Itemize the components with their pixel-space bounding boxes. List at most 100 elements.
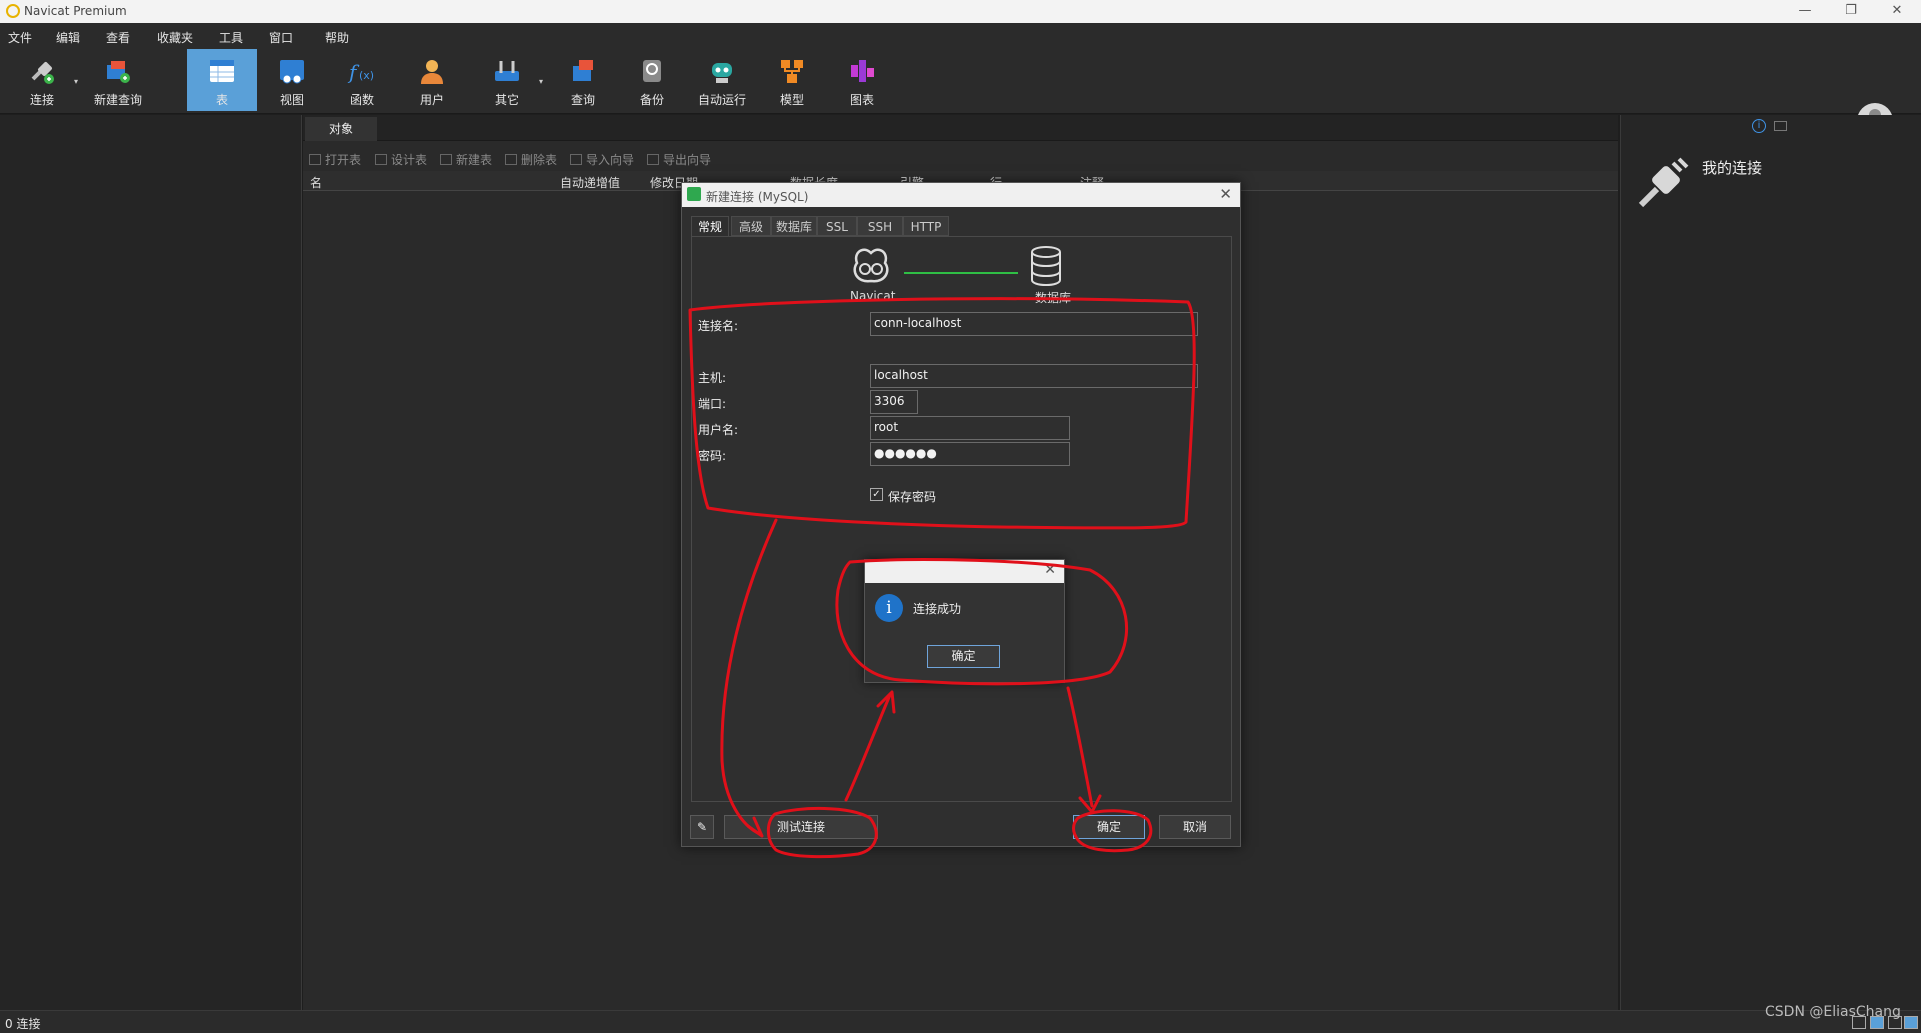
toolbar-query-button[interactable]: 查询	[553, 49, 613, 111]
menu-help[interactable]: 帮助	[325, 29, 349, 46]
toolbar-chart-button[interactable]: 图表	[832, 49, 892, 111]
status-bar: 0 连接	[0, 1010, 1921, 1033]
restore-button[interactable]: ❐	[1828, 0, 1874, 23]
info-icon[interactable]: i	[1752, 119, 1766, 133]
info-pane: i 我的连接	[1620, 115, 1921, 1010]
new-table-icon	[440, 154, 452, 165]
column-header[interactable]: 自动递增值	[560, 174, 620, 191]
dialog-title: 新建连接 (MySQL)	[706, 190, 809, 204]
minimize-button[interactable]: —	[1782, 0, 1828, 23]
menu-tools[interactable]: 工具	[219, 29, 243, 46]
chevron-down-icon[interactable]: ▾	[539, 77, 543, 86]
close-button[interactable]: ✕	[1874, 0, 1920, 23]
menu-window[interactable]: 窗口	[269, 29, 293, 46]
menu-view[interactable]: 查看	[106, 29, 130, 46]
username-field[interactable]: root	[870, 416, 1070, 440]
tab-databases[interactable]: 数据库	[771, 216, 817, 236]
close-icon[interactable]: ✕	[1044, 562, 1056, 578]
toolbar-connection-button[interactable]: 连接	[12, 49, 72, 111]
svg-text:(x): (x)	[359, 69, 374, 82]
menu-favorites[interactable]: 收藏夹	[157, 29, 193, 46]
toolbar-label: 连接	[29, 93, 54, 107]
tab-ssl[interactable]: SSL	[817, 216, 857, 236]
tab-http[interactable]: HTTP	[903, 216, 949, 236]
my-connections-title: 我的连接	[1702, 159, 1763, 177]
export-icon	[647, 154, 659, 165]
save-password-checkbox[interactable]: ✓	[870, 488, 883, 501]
toolbar-label: 表	[215, 93, 228, 107]
delete-table-button[interactable]: 删除表	[505, 151, 557, 168]
toolbar-other-button[interactable]: 其它	[477, 49, 537, 111]
toolbar-user-button[interactable]: 用户	[402, 49, 462, 111]
toolbar-label: 自动运行	[697, 93, 746, 107]
toolbar-label: 其它	[494, 93, 519, 107]
connection-tree-pane[interactable]	[0, 115, 302, 1010]
save-password-label: 保存密码	[888, 490, 937, 504]
design-table-button[interactable]: 设计表	[375, 151, 427, 168]
design-table-icon	[375, 154, 387, 165]
plug-icon	[1638, 157, 1689, 208]
edit-icon[interactable]: ✎	[690, 815, 714, 839]
toolbar-label: 模型	[779, 93, 804, 107]
connection-name-label: 连接名:	[698, 319, 739, 333]
navicat-window: Navicat Premium — ❐ ✕ 文件 编辑 查看 收藏夹 工具 窗口…	[0, 0, 1921, 1033]
message-title-bar: ✕	[865, 560, 1064, 583]
new-table-button[interactable]: 新建表	[440, 151, 492, 168]
chart-icon	[851, 60, 874, 82]
open-table-icon	[309, 154, 321, 165]
tools-icon	[495, 61, 519, 81]
message-text: 连接成功	[913, 602, 962, 616]
navicat-logo-icon	[6, 4, 20, 18]
ddl-icon[interactable]	[1774, 121, 1787, 131]
toolbar-label: 用户	[419, 93, 444, 107]
title-bar: Navicat Premium — ❐ ✕	[0, 0, 1921, 23]
new-query-icon	[107, 61, 130, 83]
chevron-down-icon[interactable]: ▾	[74, 77, 78, 86]
host-field[interactable]: localhost	[870, 364, 1198, 388]
column-header[interactable]: 名	[310, 174, 322, 191]
new-connection-dialog: 新建连接 (MySQL) ✕ 常规 高级 数据库 SSL SSH HTTP Na…	[681, 182, 1241, 847]
connection-count: 0 连接	[5, 1017, 41, 1031]
toolbar-backup-button[interactable]: 备份	[622, 49, 682, 111]
connection-name-field[interactable]: conn-localhost	[870, 312, 1198, 336]
toolbar-label: 图表	[849, 93, 874, 107]
cancel-button[interactable]: 取消	[1159, 815, 1231, 839]
port-field[interactable]: 3306	[870, 390, 918, 414]
er-view-icon[interactable]	[1904, 1016, 1918, 1029]
toolbar-function-button[interactable]: f (x) 函数	[332, 49, 392, 111]
ok-button[interactable]: 确定	[1073, 815, 1145, 839]
message-ok-button[interactable]: 确定	[927, 645, 1000, 668]
toolbar-model-button[interactable]: 模型	[762, 49, 822, 111]
test-connection-button[interactable]: 测试连接	[724, 815, 878, 839]
tab-ssh[interactable]: SSH	[857, 216, 903, 236]
close-icon[interactable]: ✕	[1219, 185, 1232, 203]
success-message-box: ✕ i 连接成功 确定	[864, 559, 1065, 683]
port-label: 端口:	[698, 397, 727, 411]
import-icon	[570, 154, 582, 165]
import-wizard-button[interactable]: 导入向导	[570, 151, 634, 168]
general-panel: Navicat 数据库 连接名: conn-localhost 主机: loca…	[691, 236, 1232, 802]
password-label: 密码:	[698, 449, 727, 463]
window-title: Navicat Premium	[24, 4, 127, 18]
toolbar-table-button[interactable]: 表	[187, 49, 257, 111]
connection-line	[904, 272, 1018, 274]
toolbar-label: 视图	[279, 93, 304, 107]
tab-advanced[interactable]: 高级	[731, 216, 771, 236]
delete-table-icon	[505, 154, 517, 165]
tab-objects[interactable]: 对象	[305, 117, 377, 141]
menu-edit[interactable]: 编辑	[56, 29, 80, 46]
backup-icon	[643, 60, 661, 82]
menu-file[interactable]: 文件	[8, 29, 32, 46]
password-field[interactable]: ●●●●●●	[870, 442, 1070, 466]
toolbar-new-query-button[interactable]: 新建查询	[88, 49, 148, 111]
toolbar: 连接 ▾ 新建查询 表 视图 f (x) 函数 用户 其它 ▾ 查询 备份 自动…	[0, 49, 1921, 139]
toolbar-view-button[interactable]: 视图	[262, 49, 322, 111]
tab-general[interactable]: 常规	[691, 216, 729, 237]
open-table-button[interactable]: 打开表	[309, 151, 361, 168]
object-toolbar: 打开表 设计表 新建表 删除表 导入向导 导出向导	[303, 147, 1618, 190]
model-icon	[781, 60, 803, 83]
database-label: 数据库	[1035, 291, 1072, 305]
toolbar-label: 备份	[639, 93, 664, 107]
export-wizard-button[interactable]: 导出向导	[647, 151, 711, 168]
toolbar-automation-button[interactable]: 自动运行	[692, 49, 752, 111]
